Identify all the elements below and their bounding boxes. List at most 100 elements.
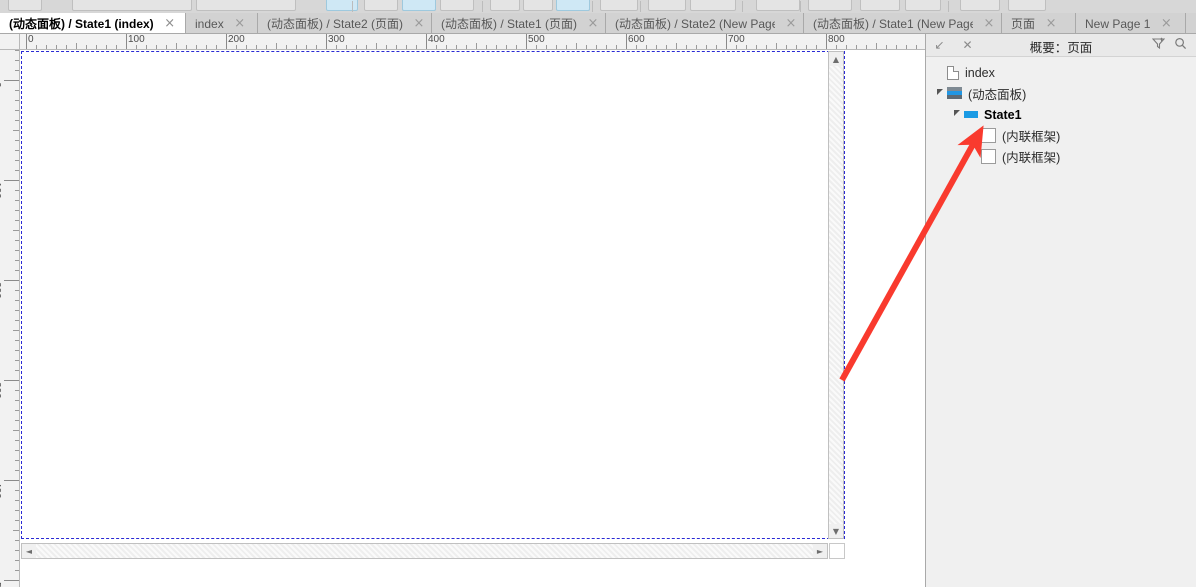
ruler-tick — [396, 45, 397, 49]
app-window: (动态面板) / State1 (index) × index × (动态面板) / S… — [0, 0, 1196, 587]
filter-icon[interactable] — [1151, 37, 1166, 52]
ruler-tick — [13, 430, 19, 431]
outline-tree-item[interactable]: (动态面板) — [926, 83, 1196, 104]
toolbar-button[interactable] — [756, 0, 800, 11]
ruler-tick — [706, 45, 707, 49]
ruler-tick — [86, 45, 87, 49]
toolbar-button[interactable] — [960, 0, 1000, 11]
toolbar-button[interactable] — [196, 0, 296, 11]
outline-tree-item[interactable]: (内联框架) — [926, 125, 1196, 146]
document-tab-active[interactable]: (动态面板) / State1 (index) × — [0, 13, 186, 33]
ruler-tick — [806, 45, 807, 49]
scroll-left-arrow-icon[interactable]: ◄ — [22, 544, 36, 558]
toolbar-button-active[interactable] — [402, 0, 436, 11]
expand-collapse-icon[interactable] — [951, 104, 964, 125]
search-icon[interactable] — [1173, 37, 1188, 52]
ruler-tick — [786, 45, 787, 49]
toolbar-button[interactable] — [440, 0, 474, 11]
toolbar-separator — [482, 1, 483, 12]
ruler-tick — [666, 45, 667, 49]
document-tab-bar[interactable]: (动态面板) / State1 (index) × index × (动态面板) / S… — [0, 13, 1196, 34]
ruler-tick — [866, 45, 867, 49]
tab-close-icon[interactable]: × — [1160, 17, 1172, 30]
tab-close-icon[interactable]: × — [164, 17, 176, 30]
ruler-tick — [466, 45, 467, 49]
outline-tree-item[interactable]: State1 — [926, 104, 1196, 125]
toolbar-button[interactable] — [8, 0, 42, 11]
ruler-tick — [216, 45, 217, 49]
vertical-scroll-track[interactable] — [829, 66, 843, 524]
tab-close-icon[interactable]: × — [413, 17, 425, 30]
toolbar-button[interactable] — [1008, 0, 1046, 11]
toolbar-separator — [592, 1, 593, 12]
scroll-right-arrow-icon[interactable]: ► — [813, 544, 827, 558]
toolbar-separator — [800, 1, 801, 12]
ruler-tick — [206, 45, 207, 49]
tab-close-icon[interactable]: × — [587, 17, 599, 30]
toolbar-button[interactable] — [905, 0, 941, 11]
outline-tree-item[interactable]: index — [926, 62, 1196, 83]
ruler-tick — [276, 43, 277, 49]
ruler-tick — [15, 420, 19, 421]
toolbar-button-active[interactable] — [556, 0, 590, 11]
toolbar-button[interactable] — [648, 0, 686, 11]
toolbar-button[interactable] — [523, 0, 553, 11]
ruler-tick — [166, 45, 167, 49]
ruler-label: 500 — [0, 582, 2, 587]
page-icon — [947, 65, 959, 80]
toolbar-button[interactable] — [808, 0, 852, 11]
document-tab[interactable]: (动态面板) / State2 (New Page 1) × — [606, 13, 804, 33]
document-tab[interactable]: 页面 × — [1002, 13, 1076, 33]
ruler-label: 300 — [0, 382, 2, 399]
ruler-tick — [826, 34, 827, 49]
ruler-tick — [36, 45, 37, 49]
ruler-tick — [176, 43, 177, 49]
document-tab[interactable]: index × — [186, 13, 258, 33]
ruler-tick — [106, 45, 107, 49]
page-outline-tree[interactable]: index (动态面板) State1 (内联框架) (内联框架) — [926, 56, 1196, 587]
toolbar-button[interactable] — [364, 0, 398, 11]
canvas-wrapper — [21, 51, 845, 550]
ruler-tick — [4, 480, 19, 481]
toolbar-button[interactable] — [860, 0, 900, 11]
design-canvas[interactable] — [21, 51, 845, 539]
ruler-tick — [15, 90, 19, 91]
toolbar-button[interactable] — [490, 0, 520, 11]
document-tab[interactable]: (动态面板) / State2 (页面) × — [258, 13, 432, 33]
ruler-tick — [4, 280, 19, 281]
ruler-tick — [296, 45, 297, 49]
horizontal-ruler: 0 100 200 300 400 500 600 700 800 — [20, 34, 925, 50]
ruler-tick — [66, 45, 67, 49]
ruler-tick — [15, 270, 19, 271]
ruler-tick — [366, 45, 367, 49]
tab-close-icon[interactable]: × — [1045, 17, 1057, 30]
ruler-tick — [186, 45, 187, 49]
tab-close-icon[interactable]: × — [785, 17, 797, 30]
toolbar-button[interactable] — [72, 0, 192, 11]
ruler-tick — [876, 43, 877, 49]
horizontal-scroll-track[interactable] — [36, 544, 813, 558]
ruler-tick — [556, 45, 557, 49]
canvas-horizontal-scrollbar[interactable]: ◄ ► — [21, 543, 828, 559]
ruler-tick — [15, 240, 19, 241]
document-tab-label: (动态面板) / State2 (页面) — [267, 17, 403, 31]
scroll-down-arrow-icon[interactable]: ▼ — [829, 524, 843, 538]
inline-frame-icon — [981, 149, 996, 164]
toolbar-button[interactable] — [600, 0, 638, 11]
tab-close-icon[interactable]: × — [983, 17, 995, 30]
expand-collapse-icon[interactable] — [934, 83, 947, 104]
tab-close-icon[interactable]: × — [234, 17, 246, 30]
toolbar-button[interactable] — [690, 0, 736, 11]
ruler-tick — [726, 34, 727, 49]
canvas-vertical-scrollbar[interactable]: ▲ ▼ — [828, 51, 844, 539]
ruler-label: 600 — [628, 34, 645, 45]
toolbar-button-active[interactable] — [326, 0, 358, 11]
scroll-up-arrow-icon[interactable]: ▲ — [829, 52, 843, 66]
ruler-tick — [446, 45, 447, 49]
ruler-tick — [15, 110, 19, 111]
dynamic-panel-icon — [947, 87, 962, 100]
document-tab[interactable]: (动态面板) / State1 (New Page 1) × — [804, 13, 1002, 33]
outline-tree-item[interactable]: (内联框架) — [926, 146, 1196, 167]
document-tab[interactable]: (动态面板) / State1 (页面) × — [432, 13, 606, 33]
document-tab[interactable]: New Page 1 × — [1076, 13, 1186, 33]
